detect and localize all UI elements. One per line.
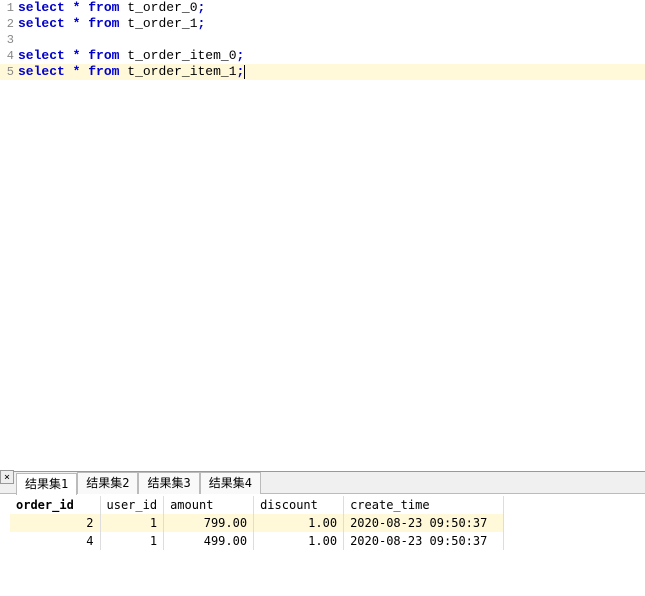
results-table: order_iduser_idamountdiscountcreate_time… xyxy=(10,496,504,550)
code-content[interactable]: select * from t_order_1; xyxy=(18,16,645,32)
code-token xyxy=(65,16,73,31)
table-cell[interactable]: 2 xyxy=(10,514,100,532)
column-header[interactable]: create_time xyxy=(344,496,504,514)
table-cell[interactable]: 2020-08-23 09:50:37 xyxy=(344,532,504,550)
sql-editor[interactable]: 1select * from t_order_0;2select * from … xyxy=(0,0,645,471)
table-cell[interactable]: 1.00 xyxy=(254,514,344,532)
table-header-row: order_iduser_idamountdiscountcreate_time xyxy=(10,496,504,514)
code-token: select xyxy=(18,64,65,79)
table-cell[interactable]: 2020-08-23 09:50:37 xyxy=(344,514,504,532)
code-token: ; xyxy=(237,48,245,63)
table-row[interactable]: 41499.001.002020-08-23 09:50:37 xyxy=(10,532,504,550)
table-cell[interactable]: 799.00 xyxy=(164,514,254,532)
code-token xyxy=(65,64,73,79)
results-panel: × 结果集1结果集2结果集3结果集4 order_iduser_idamount… xyxy=(0,471,645,596)
table-row[interactable]: 21799.001.002020-08-23 09:50:37 xyxy=(10,514,504,532)
table-cell[interactable]: 1 xyxy=(100,532,164,550)
table-cell[interactable]: 1.00 xyxy=(254,532,344,550)
result-tab-3[interactable]: 结果集3 xyxy=(138,472,199,494)
code-token: from xyxy=(88,48,119,63)
line-number: 2 xyxy=(0,16,18,32)
code-line[interactable]: 2select * from t_order_1; xyxy=(0,16,645,32)
code-token: from xyxy=(88,64,119,79)
code-token xyxy=(65,0,73,15)
column-header[interactable]: discount xyxy=(254,496,344,514)
code-content[interactable]: select * from t_order_item_1; xyxy=(18,64,645,80)
results-table-wrap: order_iduser_idamountdiscountcreate_time… xyxy=(0,494,645,552)
code-content[interactable] xyxy=(18,32,645,48)
code-content[interactable]: select * from t_order_0; xyxy=(18,0,645,16)
table-cell[interactable]: 499.00 xyxy=(164,532,254,550)
column-header[interactable]: amount xyxy=(164,496,254,514)
code-token: ; xyxy=(198,16,206,31)
code-content[interactable]: select * from t_order_item_0; xyxy=(18,48,645,64)
code-token: t_order_0 xyxy=(127,0,197,15)
blank-area xyxy=(0,552,645,596)
code-token: t_order_item_0 xyxy=(127,48,236,63)
code-line[interactable]: 3 xyxy=(0,32,645,48)
line-number: 1 xyxy=(0,0,18,16)
column-header[interactable]: user_id xyxy=(100,496,164,514)
code-line[interactable]: 5select * from t_order_item_1; xyxy=(0,64,645,80)
code-line[interactable]: 4select * from t_order_item_0; xyxy=(0,48,645,64)
code-token: ; xyxy=(198,0,206,15)
code-token: select xyxy=(18,0,65,15)
table-cell[interactable]: 1 xyxy=(100,514,164,532)
line-number: 5 xyxy=(0,64,18,80)
result-tab-1[interactable]: 结果集1 xyxy=(16,473,77,495)
code-token xyxy=(65,48,73,63)
close-icon[interactable]: × xyxy=(0,470,14,484)
column-header[interactable]: order_id xyxy=(10,496,100,514)
table-cell[interactable]: 4 xyxy=(10,532,100,550)
result-tabs-bar: 结果集1结果集2结果集3结果集4 xyxy=(0,472,645,494)
code-token: from xyxy=(88,0,119,15)
code-token: t_order_1 xyxy=(127,16,197,31)
code-token: t_order_item_1 xyxy=(127,64,236,79)
code-token: select xyxy=(18,16,65,31)
text-cursor xyxy=(244,65,245,79)
code-token: ; xyxy=(237,64,245,79)
line-number: 4 xyxy=(0,48,18,64)
result-tab-2[interactable]: 结果集2 xyxy=(77,472,138,494)
code-line[interactable]: 1select * from t_order_0; xyxy=(0,0,645,16)
line-number: 3 xyxy=(0,32,18,48)
result-tab-4[interactable]: 结果集4 xyxy=(200,472,261,494)
code-token: from xyxy=(88,16,119,31)
code-token: select xyxy=(18,48,65,63)
